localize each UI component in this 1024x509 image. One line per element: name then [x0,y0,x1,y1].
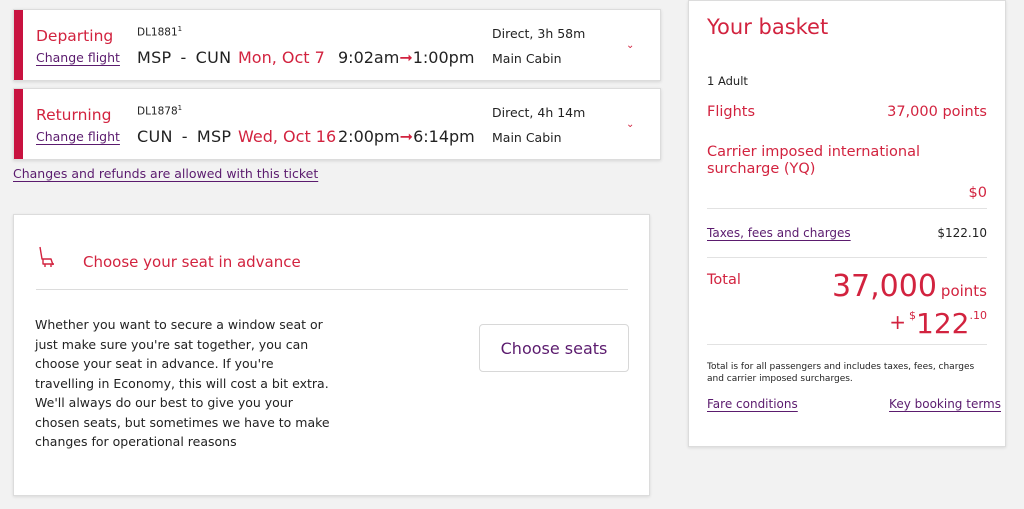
arrive-time: 6:14pm [413,127,475,146]
arrow-icon: ➞ [399,127,414,146]
returning-date: Wed, Oct 16 [238,127,337,146]
seat-description: Whether you want to secure a window seat… [35,317,330,449]
fare-conditions-link[interactable]: Fare conditions [707,397,798,411]
departing-label: Departing [36,27,114,45]
flights-value: 37,000 points [887,104,987,120]
arrow-icon: ➞ [399,48,413,67]
returning-label: Returning [36,106,112,124]
destination-code: MSP [196,127,232,146]
surcharge-value: $0 [968,185,987,201]
divider [36,289,628,290]
returning-times: 2:00pm➞6:14pm [338,127,475,146]
returning-cabin: Main Cabin [492,130,562,145]
arrive-time: 1:00pm [412,48,475,67]
depart-time: 9:02am [338,48,400,67]
origin-code: MSP [137,48,172,67]
departing-route: MSP - CUN [137,48,231,67]
change-departing-flight-link[interactable]: Change flight [36,50,120,65]
passenger-count: 1 Adult [707,74,748,88]
taxes-fees-link[interactable]: Taxes, fees and charges [707,226,851,240]
divider [707,208,987,209]
chevron-down-icon[interactable]: ⌄ [626,40,634,51]
total-label: Total [707,272,741,288]
divider [707,344,987,345]
basket-panel: Your basket 1 Adult Flights 37,000 point… [688,0,1006,447]
departing-flight-card[interactable]: Departing Change flight DL18811 MSP - CUN … [13,9,661,81]
card-accent-bar [14,89,23,159]
seat-selection-panel: Choose your seat in advance Whether you … [13,214,650,496]
depart-time: 2:00pm [338,127,400,146]
card-accent-bar [14,10,23,80]
seat-panel-title: Choose your seat in advance [83,253,301,271]
route-separator: - [181,127,188,146]
destination-code: CUN [195,48,232,67]
departing-flight-number: DL18811 [137,25,183,39]
divider [707,257,987,258]
key-booking-terms-link[interactable]: Key booking terms [889,397,1001,411]
returning-flight-card[interactable]: Returning Change flight DL18781 CUN - MSP … [13,88,661,160]
departing-cabin: Main Cabin [492,51,562,66]
total-note: Total is for all passengers and includes… [707,362,975,384]
chevron-down-icon[interactable]: ⌄ [626,119,634,130]
returning-flight-number: DL18781 [137,104,183,118]
taxes-value: $122.10 [937,226,987,240]
changes-refunds-link[interactable]: Changes and refunds are allowed with thi… [13,166,318,181]
origin-code: CUN [137,127,173,146]
departing-times: 9:02am➞1:00pm [338,48,474,67]
flights-label: Flights [707,104,756,120]
returning-route: CUN - MSP [137,127,231,146]
choose-seats-button[interactable]: Choose seats [479,324,629,372]
returning-duration: Direct, 4h 14m [492,105,586,120]
departing-date: Mon, Oct 7 [238,48,325,67]
departing-duration: Direct, 3h 58m [492,26,586,41]
surcharge-label: Carrier imposed international surcharge … [707,144,921,177]
route-separator: - [180,48,187,67]
total-points: 37,000 points [831,269,987,304]
basket-title: Your basket [707,15,829,39]
seat-icon [39,246,54,267]
total-cash: + $122.10 [889,307,987,340]
change-returning-flight-link[interactable]: Change flight [36,129,120,144]
